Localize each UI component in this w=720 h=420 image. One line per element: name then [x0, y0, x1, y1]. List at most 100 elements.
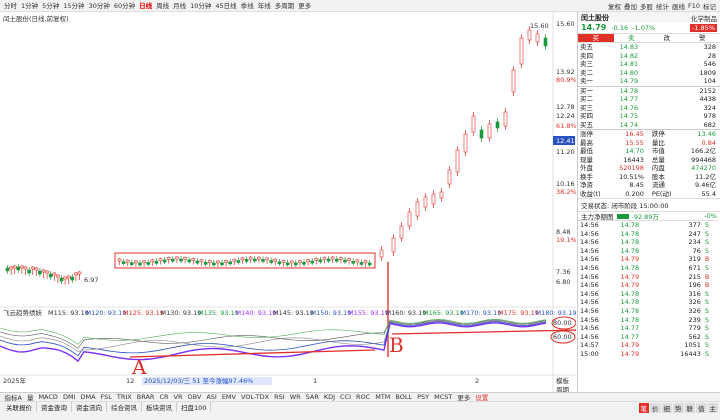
- sell-button[interactable]: 卖: [614, 34, 650, 42]
- indicator-tab[interactable]: VR: [171, 393, 185, 401]
- indicator-tab[interactable]: TRIX: [114, 393, 134, 401]
- period-tab[interactable]: 30分钟: [87, 0, 112, 12]
- tick-row: 14:56 14.79 319 B: [578, 255, 718, 264]
- indicator-tab[interactable]: MCST: [432, 393, 455, 401]
- chart-tool-button[interactable]: 画线: [672, 1, 685, 11]
- buy-row[interactable]: 买二 14.77 4438: [578, 95, 718, 104]
- indicator-tab[interactable]: PSY: [415, 393, 432, 401]
- period-tab[interactable]: 60分钟: [112, 0, 137, 12]
- price-axis-label: 19.1%: [556, 236, 576, 244]
- chart-tool-button[interactable]: 标记: [703, 1, 716, 11]
- indicator-tab[interactable]: FSL: [98, 393, 114, 401]
- indicator-tab[interactable]: 更多: [455, 392, 473, 402]
- sell-row[interactable]: 卖三 14.81 546: [578, 60, 718, 69]
- period-tab[interactable]: 日线: [137, 0, 154, 12]
- period-tab[interactable]: 15分钟: [61, 0, 86, 12]
- chart-tool-button[interactable]: 统计: [656, 1, 669, 11]
- tick-volume: 319: [688, 255, 701, 264]
- kline-chart-area[interactable]: 闰土股份(日线,前复权) 15.60 13.92 80.9% 12.78 12.24 61…: [0, 12, 576, 392]
- period-tab[interactable]: 45日线: [213, 0, 238, 12]
- indicator-tab[interactable]: KDJ: [321, 393, 337, 401]
- buy-row[interactable]: 买五 14.74 682: [578, 121, 718, 130]
- period-tab[interactable]: 月线: [171, 0, 188, 12]
- main-flow-value: -92.89万: [631, 213, 659, 221]
- candle-body: [495, 121, 500, 129]
- candle-body: [363, 260, 368, 264]
- candle-body: [232, 258, 237, 262]
- indicator-tab[interactable]: WR: [287, 393, 303, 401]
- bottom-tab[interactable]: 扫盘100: [177, 401, 212, 412]
- indicator-tab[interactable]: ASI: [204, 393, 220, 401]
- bottom-tab[interactable]: 资金流向: [72, 401, 107, 412]
- buy-row[interactable]: 买四 14.75 978: [578, 112, 718, 121]
- indicator-tab[interactable]: DMI: [60, 393, 78, 401]
- indicator-tab[interactable]: RSI: [272, 393, 288, 401]
- tick-time: 15:00: [580, 349, 599, 358]
- tick-row: 14:56 14.77 562 S: [578, 333, 718, 342]
- indicator-tab[interactable]: BRAR: [134, 393, 157, 401]
- bottom-tab[interactable]: 板块资讯: [142, 401, 177, 412]
- indicator-tab[interactable]: VOL-TDX: [238, 393, 271, 401]
- kline-chart[interactable]: 闰土股份(日线,前复权) 15.60 13.9280.9% 12.7812.24 61…: [0, 12, 576, 392]
- stat-label: 流通: [651, 181, 665, 189]
- period-tab[interactable]: 1分钟: [19, 0, 40, 12]
- bottom-tab[interactable]: 关联报价: [2, 401, 37, 412]
- panel-tab[interactable]: 值: [696, 403, 707, 413]
- period-tab[interactable]: 周线: [154, 0, 171, 12]
- candlesticks: [5, 26, 548, 285]
- buy-button[interactable]: 买: [578, 34, 614, 42]
- panel-tab[interactable]: 势: [673, 403, 684, 413]
- period-tab[interactable]: 5分钟: [40, 0, 61, 12]
- tick-time: 14:56: [580, 306, 599, 315]
- buy-volume: 2152: [699, 86, 716, 95]
- indicator-tab[interactable]: CR: [157, 393, 171, 401]
- tick-price: 14.77: [620, 332, 640, 341]
- buy-row[interactable]: 买一 14.78 2152: [578, 87, 718, 96]
- period-tab[interactable]: 分时: [2, 0, 19, 12]
- indicator-tab[interactable]: 量: [24, 392, 36, 402]
- indicator-tab[interactable]: 指标A: [2, 392, 24, 402]
- tick-volume: 239: [688, 315, 701, 324]
- bottom-tab[interactable]: 综合资讯: [107, 401, 142, 412]
- modify-button[interactable]: 改: [649, 34, 685, 42]
- tick-volume: 326: [688, 306, 701, 315]
- indicator-tab[interactable]: BOLL: [393, 393, 415, 401]
- template-button[interactable]: 模板: [556, 376, 570, 385]
- tick-volume: 1051: [684, 341, 701, 350]
- indicator-tab[interactable]: MACD: [36, 393, 60, 401]
- sell-row[interactable]: 卖二 14.80 1809: [578, 69, 718, 78]
- chart-tool-button[interactable]: 叠加: [624, 1, 637, 11]
- indicator-tab[interactable]: ROC: [354, 393, 373, 401]
- indicator-tab[interactable]: SAR: [303, 393, 321, 401]
- indicator-tab[interactable]: 设置: [473, 392, 491, 402]
- period-tab[interactable]: 年线: [256, 0, 273, 12]
- indicator-tab[interactable]: MTM: [373, 393, 393, 401]
- chart-tool-button[interactable]: 多股: [640, 1, 653, 11]
- panel-tab[interactable]: 主: [707, 403, 718, 413]
- chart-tool-button[interactable]: 复权: [608, 1, 621, 11]
- period-tab[interactable]: 10分钟: [188, 0, 213, 12]
- sell-row[interactable]: 卖五 14.83 328: [578, 43, 718, 52]
- period-tabs: 分时 1分钟 5分钟 15分钟 30分钟 60分钟 日线 周线 月线 10分钟 45日线 季线 年线 多周…: [0, 0, 313, 12]
- candle-body: [207, 260, 212, 264]
- period-tab[interactable]: 多周期: [273, 0, 297, 12]
- indicator-tab[interactable]: CCI: [338, 393, 354, 401]
- candle-body: [142, 260, 146, 264]
- alert-button[interactable]: 警: [685, 34, 720, 42]
- period-tab[interactable]: 季线: [239, 0, 256, 12]
- panel-tab[interactable]: 笔: [638, 403, 649, 413]
- tick-side: B: [704, 281, 710, 290]
- bottom-tab[interactable]: 资金查询: [37, 401, 72, 412]
- tick-row: 14:56 14.77 779 S: [578, 324, 718, 333]
- chart-tool-button[interactable]: F10: [688, 2, 700, 10]
- indicator-tab[interactable]: OBV: [185, 393, 204, 401]
- sell-row[interactable]: 卖四 14.82 28: [578, 52, 718, 61]
- period-tab[interactable]: 更多: [296, 0, 313, 12]
- panel-tab[interactable]: 细: [661, 403, 672, 413]
- panel-tab[interactable]: 价: [650, 403, 661, 413]
- indicator-tab[interactable]: DMA: [78, 393, 98, 401]
- panel-tab[interactable]: 联: [684, 403, 695, 413]
- buy-row[interactable]: 买三 14.76 324: [578, 104, 718, 113]
- sell-row[interactable]: 卖一 14.79 104: [578, 77, 718, 86]
- indicator-tab[interactable]: EMV: [219, 393, 238, 401]
